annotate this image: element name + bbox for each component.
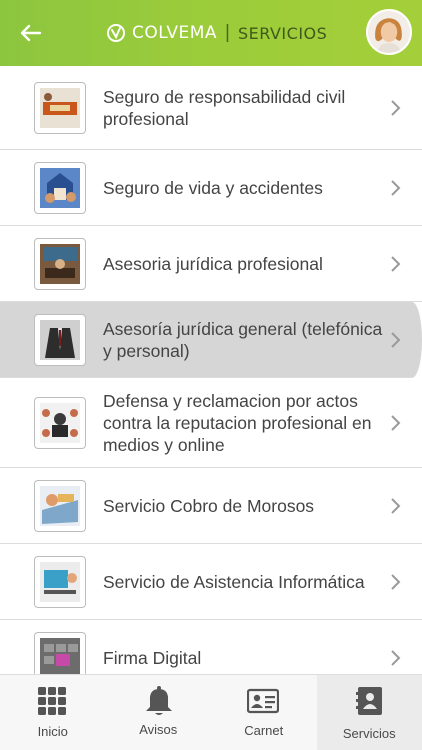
- chevron-right-icon: [391, 574, 401, 590]
- chevron-right-icon: [391, 498, 401, 514]
- tab-label: Carnet: [244, 723, 284, 738]
- list-item[interactable]: Firma Digital: [0, 620, 422, 674]
- service-label: Defensa y reclamacion por actos contra l…: [103, 391, 372, 455]
- grid-icon: [38, 687, 66, 715]
- digital-signature-photo: [34, 632, 86, 674]
- tab-avisos[interactable]: Avisos: [106, 675, 212, 750]
- chevron-right-icon: [391, 332, 401, 348]
- bottom-tab-bar: Inicio Avisos Carnet Servicios: [0, 674, 422, 750]
- bell-icon: [145, 686, 172, 715]
- colvema-logo-icon: [107, 24, 125, 42]
- user-photo-icon: [368, 11, 410, 53]
- brand-name: COLVEMA: [132, 23, 218, 43]
- arrow-left-icon: [20, 24, 42, 42]
- page-title: SERVICIOS: [237, 23, 328, 43]
- it-support-photo: [34, 556, 86, 608]
- tab-label: Avisos: [139, 722, 178, 737]
- service-label: Asesoria jurídica profesional: [103, 254, 323, 274]
- back-button[interactable]: [18, 20, 44, 46]
- contacts-book-icon: [355, 687, 382, 715]
- chevron-right-icon: [391, 180, 401, 196]
- services-list: Seguro de responsabilidad civil profesio…: [0, 66, 422, 674]
- tab-inicio[interactable]: Inicio: [0, 675, 106, 750]
- list-item[interactable]: Seguro de responsabilidad civil profesio…: [0, 66, 422, 150]
- list-item[interactable]: Seguro de vida y accidentes: [0, 150, 422, 226]
- chevron-right-icon: [391, 100, 401, 116]
- list-item-selected[interactable]: Asesoría jurídica general (telefónica y …: [0, 302, 422, 378]
- avatar[interactable]: [366, 9, 412, 55]
- list-item[interactable]: Asesoria jurídica profesional: [0, 226, 422, 302]
- life-insurance-photo: [34, 162, 86, 214]
- tab-label: Servicios: [342, 726, 396, 741]
- service-label: Asesoría jurídica general (telefónica y …: [103, 319, 383, 361]
- service-label: Servicio de Asistencia Informática: [103, 572, 365, 592]
- service-label: Seguro de vida y accidentes: [103, 178, 323, 198]
- tab-servicios[interactable]: Servicios: [316, 675, 422, 750]
- list-item[interactable]: Servicio de Asistencia Informática: [0, 544, 422, 620]
- brand-separator: |: [225, 22, 230, 43]
- legal-advice-photo: [34, 238, 86, 290]
- chevron-right-icon: [391, 256, 401, 272]
- service-label: Servicio Cobro de Morosos: [103, 496, 315, 516]
- brand-logo: COLVEMA | SERVICIOS: [106, 18, 327, 48]
- chevron-right-icon: [391, 650, 401, 666]
- app-header: COLVEMA | SERVICIOS: [0, 0, 422, 66]
- service-label: Firma Digital: [103, 648, 202, 668]
- liability-insurance-photo: [34, 82, 86, 134]
- tab-carnet[interactable]: Carnet: [211, 675, 317, 750]
- general-legal-advice-photo: [34, 314, 86, 366]
- reputation-defense-photo: [34, 397, 86, 449]
- list-item[interactable]: Defensa y reclamacion por actos contra l…: [0, 378, 422, 468]
- service-label: Seguro de responsabilidad civil profesio…: [103, 87, 346, 129]
- tab-label: Inicio: [37, 724, 68, 739]
- list-item[interactable]: Servicio Cobro de Morosos: [0, 468, 422, 544]
- debt-collection-photo: [34, 480, 86, 532]
- id-card-icon: [247, 688, 279, 714]
- chevron-right-icon: [391, 415, 401, 431]
